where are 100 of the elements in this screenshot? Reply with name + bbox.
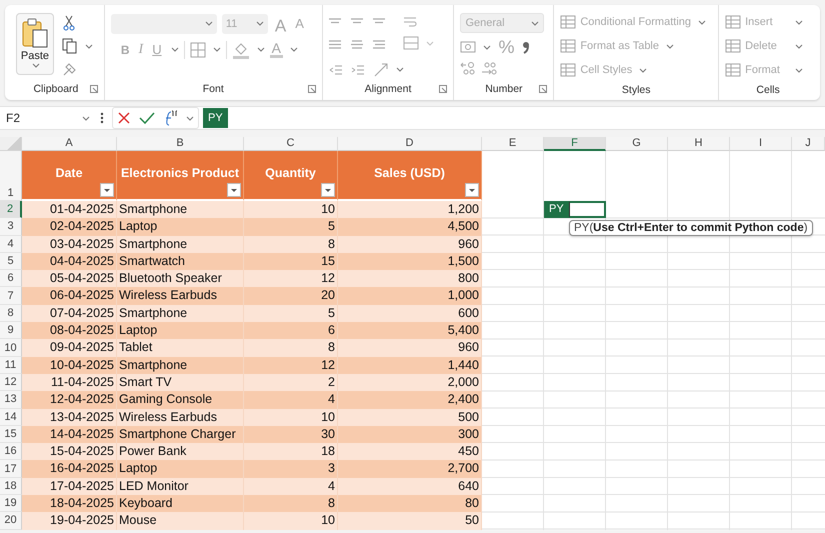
paste-button[interactable]: Paste [16, 13, 54, 75]
table-cell: 8 [244, 236, 338, 253]
filter-dropdown-icon[interactable] [100, 183, 114, 197]
row-number[interactable]: 11 [0, 356, 22, 374]
table-cell: Laptop [117, 218, 244, 236]
column-header[interactable]: D [338, 137, 482, 151]
copy-icon[interactable] [62, 38, 78, 54]
row-number[interactable]: 19 [0, 495, 22, 512]
table-cell: Laptop [117, 460, 244, 478]
row-number[interactable]: 7 [0, 287, 22, 305]
row-number[interactable]: 16 [0, 443, 22, 460]
cancel-icon[interactable] [117, 111, 131, 125]
table-cell: 15-04-2025 [22, 443, 117, 460]
column-header[interactable]: C [244, 137, 338, 151]
column-header[interactable]: A [22, 137, 117, 151]
table-cell: 10-04-2025 [22, 356, 117, 374]
table-cell: 17-04-2025 [22, 478, 117, 496]
row-number[interactable]: 9 [0, 322, 22, 340]
table-cell: 5,400 [338, 322, 482, 340]
filter-dropdown-icon[interactable] [227, 183, 241, 197]
table-cell: 15 [244, 252, 338, 270]
check-icon[interactable] [139, 111, 155, 125]
table-cell: 14-04-2025 [22, 426, 117, 444]
row-number[interactable]: 20 [0, 512, 22, 530]
table-cell: 640 [338, 478, 482, 496]
caret-icon[interactable] [82, 114, 90, 122]
table-cell: 01-04-2025 [22, 201, 117, 218]
caret-icon[interactable] [186, 114, 194, 122]
table-cell: 450 [338, 443, 482, 460]
brush-icon[interactable] [62, 61, 78, 77]
row-number[interactable]: 8 [0, 304, 22, 322]
table-cell: 4 [244, 391, 338, 409]
table-cell: 2,700 [338, 460, 482, 478]
table-cell: 12 [244, 356, 338, 374]
row-number[interactable]: 17 [0, 460, 22, 478]
table-cell: 10 [244, 512, 338, 530]
table-cell: LED Monitor [117, 478, 244, 496]
group-label: Font [202, 83, 224, 95]
filter-dropdown-icon[interactable] [321, 183, 335, 197]
table-cell: Power Bank [117, 443, 244, 460]
table-cell: 18 [244, 443, 338, 460]
table-cell: Smartphone [117, 201, 244, 218]
column-header[interactable]: J [792, 137, 825, 151]
row-number[interactable]: 13 [0, 391, 22, 409]
table-cell: 4 [244, 478, 338, 496]
table-cell: 12 [244, 270, 338, 288]
name-box[interactable]: F2 [2, 108, 94, 128]
table-cell: 1,440 [338, 356, 482, 374]
row-number[interactable]: 10 [0, 339, 22, 357]
row-number[interactable]: 4 [0, 236, 22, 253]
caret-icon[interactable] [32, 62, 40, 69]
python-mode-badge: PY [203, 108, 228, 128]
row-number[interactable]: 2 [0, 201, 22, 218]
table-cell: 3 [244, 460, 338, 478]
group-label: Styles [622, 84, 651, 96]
row-number[interactable]: 15 [0, 426, 22, 444]
table-cell: Mouse [117, 512, 244, 530]
table-cell: 12-04-2025 [22, 391, 117, 409]
row-number[interactable]: 14 [0, 408, 22, 426]
table-cell: 11-04-2025 [22, 374, 117, 392]
group-label: Cells [756, 84, 780, 96]
row-number[interactable]: 12 [0, 374, 22, 392]
row-number[interactable]: 18 [0, 478, 22, 496]
column-header[interactable]: E [482, 137, 544, 151]
table-cell: 1,000 [338, 287, 482, 305]
more-options-icon[interactable] [100, 112, 104, 124]
table-cell: 04-04-2025 [22, 252, 117, 270]
launcher-icon[interactable] [439, 85, 448, 93]
column-header[interactable]: G [606, 137, 668, 151]
table-cell: Wireless Earbuds [117, 287, 244, 305]
launcher-icon[interactable] [539, 85, 548, 93]
cell-editor[interactable] [568, 201, 606, 218]
table-cell: 20 [244, 287, 338, 305]
row-number[interactable]: 5 [0, 252, 22, 270]
table-cell: 50 [338, 512, 482, 530]
table-cell: Smart TV [117, 374, 244, 392]
row-number[interactable]: 6 [0, 270, 22, 288]
filter-dropdown-icon[interactable] [465, 183, 479, 197]
table-cell: 10 [244, 408, 338, 426]
clipboard-icon[interactable] [20, 17, 50, 49]
launcher-icon[interactable] [90, 85, 98, 93]
group-label: Clipboard [33, 83, 78, 95]
row-number[interactable]: 1 [0, 151, 22, 201]
caret-icon[interactable] [85, 42, 93, 50]
table-cell: 80 [338, 495, 482, 512]
table-cell: 300 [338, 426, 482, 444]
python-function-icon[interactable] [163, 110, 179, 126]
column-header[interactable]: I [730, 137, 792, 151]
table-cell: 06-04-2025 [22, 287, 117, 305]
column-header[interactable]: F [544, 137, 606, 151]
table-cell: 960 [338, 339, 482, 357]
table-cell: 02-04-2025 [22, 218, 117, 236]
row-number[interactable]: 3 [0, 218, 22, 236]
column-header[interactable]: H [668, 137, 730, 151]
launcher-icon[interactable] [308, 85, 316, 93]
scissors-icon[interactable] [62, 15, 76, 31]
table-cell: 13-04-2025 [22, 408, 117, 426]
table-cell: Smartphone [117, 356, 244, 374]
table-cell: 08-04-2025 [22, 322, 117, 340]
column-header[interactable]: B [117, 137, 244, 151]
